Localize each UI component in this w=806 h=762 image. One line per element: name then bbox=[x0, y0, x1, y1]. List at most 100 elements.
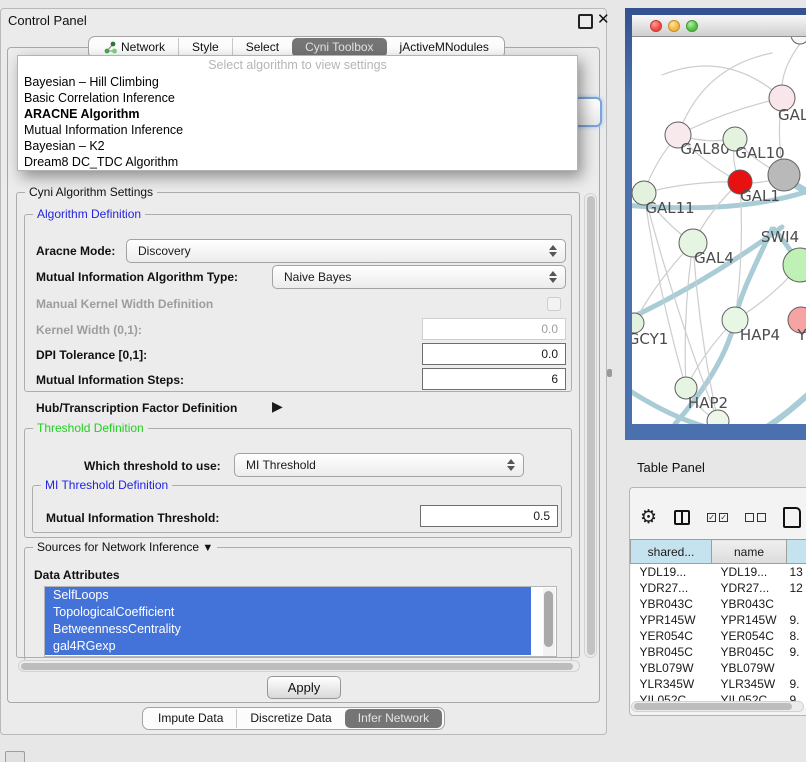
network-window-titlebar[interactable] bbox=[632, 15, 806, 37]
kernel-width-field[interactable]: 0.0 bbox=[422, 318, 566, 340]
network-edge bbox=[760, 389, 806, 424]
network-edge bbox=[678, 53, 772, 135]
close-icon[interactable]: ✕ bbox=[597, 10, 610, 28]
table-row[interactable]: YBR045CYBR045C9. bbox=[631, 644, 806, 660]
mi-threshold-field[interactable]: 0.5 bbox=[420, 505, 558, 527]
algorithm-popup-header: Select algorithm to view settings bbox=[18, 58, 577, 74]
network-edge bbox=[662, 66, 782, 98]
mi-type-label: Mutual Information Algorithm Type: bbox=[36, 270, 238, 284]
node-label: HAP4 bbox=[740, 326, 780, 344]
columns-icon[interactable] bbox=[674, 510, 690, 525]
network-graph: GALGAL80GAL10GAL1GAL11SWI4GAL4GCY1HAP4YH… bbox=[632, 37, 806, 424]
attribute-list-item[interactable]: SelfLoops bbox=[45, 587, 531, 604]
network-view-window: GALGAL80GAL10GAL1GAL11SWI4GAL4GCY1HAP4YH… bbox=[625, 8, 806, 440]
mi-type-combobox[interactable]: Naive Bayes bbox=[272, 265, 566, 289]
table-row[interactable]: YDL19...YDL19...13 bbox=[631, 564, 806, 581]
which-threshold-combobox[interactable]: MI Threshold bbox=[234, 453, 524, 477]
algorithm-popup: Select algorithm to view settings Bayesi… bbox=[17, 55, 578, 171]
algorithm-option[interactable]: Mutual Information Inference bbox=[18, 122, 577, 138]
list-vertical-scrollbar[interactable] bbox=[543, 588, 555, 656]
algorithm-popup-list: Bayesian – Hill ClimbingBasic Correlatio… bbox=[18, 74, 577, 170]
splitter-handle[interactable] bbox=[607, 369, 612, 377]
manual-kernel-label: Manual Kernel Width Definition bbox=[36, 297, 213, 311]
tab-infer-network[interactable]: Infer Network bbox=[345, 709, 442, 728]
gear-icon[interactable]: ⚙ bbox=[640, 506, 657, 529]
algorithm-option[interactable]: Dream8 DC_TDC Algorithm bbox=[18, 154, 577, 170]
node-label: GCY1 bbox=[632, 330, 668, 348]
cyni-settings-title: Cyni Algorithm Settings bbox=[25, 185, 157, 199]
attribute-list-item[interactable]: BetweennessCentrality bbox=[45, 621, 531, 638]
tab-discretize-data[interactable]: Discretize Data bbox=[236, 709, 344, 728]
expand-right-icon[interactable]: ▶ bbox=[272, 398, 283, 415]
table-column-header[interactable]: name bbox=[712, 540, 787, 564]
table-row[interactable]: YLR345WYLR345W9. bbox=[631, 676, 806, 692]
node-table: shared...name YDL19...YDL19...13YDR27...… bbox=[630, 539, 806, 708]
network-edge bbox=[685, 243, 693, 388]
network-node[interactable] bbox=[707, 410, 729, 424]
dpi-tolerance-field[interactable]: 0.0 bbox=[422, 343, 566, 365]
table-row[interactable]: YPR145WYPR145W9. bbox=[631, 612, 806, 628]
algorithm-option[interactable]: ARACNE Algorithm bbox=[18, 106, 577, 122]
table-row[interactable]: YBL079WYBL079W bbox=[631, 660, 806, 676]
network-icon bbox=[104, 41, 117, 54]
attribute-list-item[interactable]: TopologicalCoefficient bbox=[45, 604, 531, 621]
dpi-tolerance-label: DPI Tolerance [0,1]: bbox=[36, 348, 147, 362]
table-row[interactable]: YDR27...YDR27...12 bbox=[631, 580, 806, 596]
mi-threshold-label: Mutual Information Threshold: bbox=[46, 511, 219, 525]
mac-minimize-icon[interactable] bbox=[668, 20, 680, 32]
node-label: GAL80 bbox=[680, 140, 729, 158]
new-column-icon[interactable] bbox=[783, 507, 801, 528]
mac-close-icon[interactable] bbox=[650, 20, 662, 32]
table-row[interactable]: YER054CYER054C8. bbox=[631, 628, 806, 644]
network-node[interactable] bbox=[768, 159, 800, 191]
table-column-header[interactable]: shared... bbox=[631, 540, 712, 564]
mi-threshold-group-title: MI Threshold Definition bbox=[41, 478, 172, 492]
control-panel-title: Control Panel bbox=[8, 13, 87, 28]
node-label: GAL4 bbox=[694, 249, 734, 267]
node-label: HAP2 bbox=[688, 394, 728, 412]
network-node[interactable] bbox=[791, 37, 806, 44]
algorithm-definition-title: Algorithm Definition bbox=[33, 207, 145, 221]
data-attributes-label: Data Attributes bbox=[34, 568, 120, 582]
algorithm-option[interactable]: Basic Correlation Inference bbox=[18, 90, 577, 106]
algorithm-option[interactable]: Bayesian – K2 bbox=[18, 138, 577, 154]
threshold-definition-title: Threshold Definition bbox=[33, 421, 148, 435]
combo-arrows-icon bbox=[507, 459, 515, 471]
settings-vertical-scrollbar[interactable] bbox=[584, 193, 597, 658]
settings-horizontal-scrollbar[interactable] bbox=[18, 660, 580, 672]
combo-arrows-icon bbox=[549, 271, 557, 283]
table-column-header[interactable] bbox=[787, 540, 806, 564]
which-threshold-value: MI Threshold bbox=[246, 458, 316, 472]
float-icon[interactable] bbox=[578, 14, 593, 29]
aracne-mode-combobox[interactable]: Discovery bbox=[126, 239, 566, 263]
hub-definition-label: Hub/Transcription Factor Definition bbox=[36, 401, 237, 415]
application-root: Control Panel ✕ NetworkStyleSelectCyni T… bbox=[0, 0, 806, 762]
node-label: GAL10 bbox=[735, 144, 784, 162]
manual-kernel-checkbox[interactable] bbox=[547, 297, 561, 311]
apply-button[interactable]: Apply bbox=[267, 676, 341, 699]
mi-steps-field[interactable]: 6 bbox=[422, 368, 566, 390]
network-canvas[interactable]: GALGAL80GAL10GAL1GAL11SWI4GAL4GCY1HAP4YH… bbox=[632, 37, 806, 424]
aracne-mode-label: Aracne Mode: bbox=[36, 244, 115, 258]
table-row[interactable]: YBR043CYBR043C bbox=[631, 596, 806, 612]
algorithm-option[interactable]: Bayesian – Hill Climbing bbox=[18, 74, 577, 90]
network-edge bbox=[782, 44, 800, 85]
collapsed-panel-icon[interactable] bbox=[5, 751, 25, 762]
network-node-swi4[interactable] bbox=[783, 248, 806, 282]
mac-zoom-icon[interactable] bbox=[686, 20, 698, 32]
which-threshold-label: Which threshold to use: bbox=[84, 459, 221, 473]
infer-tabbar: Impute DataDiscretize DataInfer Network bbox=[142, 707, 445, 730]
data-attributes-list[interactable]: SelfLoopsTopologicalCoefficientBetweenne… bbox=[44, 586, 557, 657]
mi-type-value: Naive Bayes bbox=[284, 270, 351, 284]
tab-impute-data[interactable]: Impute Data bbox=[145, 709, 236, 728]
select-all-icon[interactable]: ✓✓ bbox=[707, 513, 728, 522]
table-panel-toolbar: ⚙ ✓✓ bbox=[640, 500, 806, 534]
combo-arrows-icon bbox=[549, 245, 557, 257]
table-horizontal-scrollbar[interactable] bbox=[631, 701, 804, 712]
attribute-list-item[interactable]: gal4RGexp bbox=[45, 638, 531, 655]
node-label: GAL bbox=[778, 106, 806, 124]
expand-down-icon[interactable]: ▼ bbox=[202, 542, 213, 554]
network-edge bbox=[644, 182, 740, 193]
deselect-all-icon[interactable] bbox=[745, 513, 766, 522]
node-label: GAL1 bbox=[740, 187, 780, 205]
